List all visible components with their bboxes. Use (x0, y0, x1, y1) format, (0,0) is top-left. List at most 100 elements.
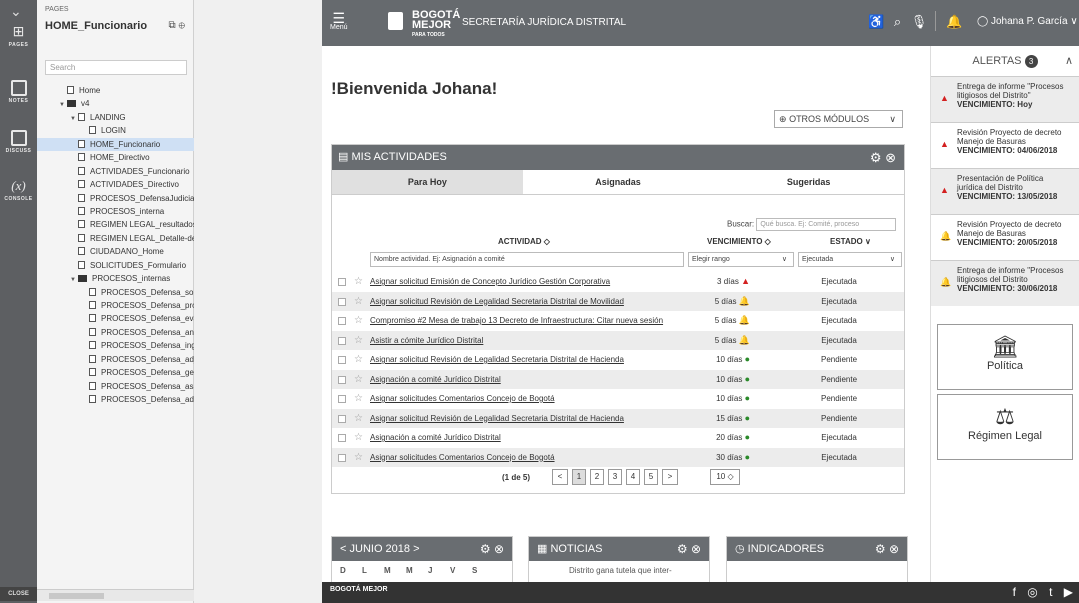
page-tree-item[interactable]: PROCESOS_DefensaJudicial (37, 192, 194, 205)
activity-link[interactable]: Asistir a cómite Jurídico Distrital (370, 331, 483, 351)
close-icon[interactable]: ⊗ (691, 542, 701, 556)
page-tree-item[interactable]: HOME_Funcionario (37, 137, 194, 152)
page-2-button[interactable]: 2 (590, 469, 604, 485)
table-row[interactable]: ☆ Asignar solicitud Revisión de Legalidad… (332, 291, 904, 312)
page-1-button[interactable]: 1 (572, 469, 586, 485)
estado-filter-select[interactable]: Ejecutada ∨ (798, 252, 902, 267)
page-tree-item[interactable]: ACTIVIDADES_Directivo (37, 178, 194, 191)
star-icon[interactable]: ☆ (354, 350, 363, 370)
row-checkbox[interactable] (338, 297, 346, 306)
star-icon[interactable]: ☆ (354, 389, 363, 409)
pages-search-input[interactable]: Search (45, 60, 187, 75)
col-actividad[interactable]: ACTIVIDAD ◇ (498, 237, 550, 246)
page-tree-item[interactable]: PROCESOS_Defensa_admin (37, 393, 194, 406)
page-tree-item[interactable]: PROCESOS_Defensa_solicit (37, 286, 194, 299)
activity-link[interactable]: Compromiso #2 Mesa de trabajo 13 Decreto… (370, 311, 663, 331)
prev-month-icon[interactable]: < (340, 543, 346, 555)
toggle-icon[interactable]: ▼ (70, 113, 78, 124)
gear-icon[interactable]: ⚙ (875, 542, 886, 556)
otros-modulos-select[interactable]: ⊕ OTROS MÓDULOS ∨ (774, 110, 903, 128)
table-row[interactable]: ☆ Asignar solicitudes Comentarios Concejo… (332, 447, 904, 468)
page-5-button[interactable]: 5 (644, 469, 658, 485)
page-tree-item[interactable]: PROCESOS_Defensa_ingres (37, 339, 194, 352)
table-row[interactable]: ☆ Asistir a cómite Jurídico Distrital 5 dí… (332, 330, 904, 351)
rail-discuss[interactable]: DISCUSS (0, 130, 37, 154)
table-row[interactable]: ☆ Asignar solicitud Revisión de Legalidad… (332, 408, 904, 429)
alert-item[interactable]: 🔔 Revisión Proyecto de decreto Manejo de B… (931, 214, 1079, 260)
star-icon[interactable]: ☆ (354, 409, 363, 429)
alert-item[interactable]: ▲ Revisión Proyecto de decreto Manejo de B… (931, 122, 1079, 168)
close-icon[interactable]: ⊗ (889, 542, 899, 556)
search-icon[interactable]: ⌕ (894, 14, 901, 29)
close-icon[interactable]: ⊗ (885, 150, 896, 165)
edit-icon[interactable]: ⧉ (169, 20, 176, 31)
close-icon[interactable]: ⊗ (494, 542, 504, 556)
star-icon[interactable]: ☆ (354, 370, 363, 390)
star-icon[interactable]: ☆ (354, 272, 363, 292)
microphone-icon[interactable]: 🎙 (911, 14, 928, 29)
activity-link[interactable]: Asignar solicitudes Comentarios Concejo … (370, 389, 555, 409)
table-row[interactable]: ☆ Asignación a comité Jurídico Distrital 1… (332, 369, 904, 390)
chevron-down-icon[interactable]: ⌄ (10, 3, 22, 20)
activity-link[interactable]: Asignar solicitud Emisión de Concepto Ju… (370, 272, 610, 292)
page-tree-item[interactable]: HOME_Directivo (37, 151, 194, 164)
star-icon[interactable]: ☆ (354, 428, 363, 448)
row-checkbox[interactable] (338, 434, 346, 442)
star-icon[interactable]: ☆ (354, 292, 363, 312)
close-button[interactable]: CLOSE (0, 587, 37, 601)
activity-link[interactable]: Asignación a comité Jurídico Distrital (370, 428, 501, 448)
table-row[interactable]: ☆ Asignar solicitud Revisión de Legalidad… (332, 350, 904, 370)
page-tree-item[interactable]: PROCESOS_Defensa_asigna (37, 380, 194, 393)
accessibility-icon[interactable]: ♿ (868, 14, 884, 29)
page-tree-item[interactable]: REGIMEN LEGAL_resultados (37, 218, 194, 231)
page-tree-item[interactable]: PROCESOS_Defensa_adjunt (37, 353, 194, 366)
rango-filter-select[interactable]: Elegir rango ∨ (688, 252, 794, 267)
tab-asignadas[interactable]: Asignadas (523, 170, 714, 194)
page-tree-item[interactable]: REGIMEN LEGAL_Detalle-decre (37, 232, 194, 245)
page-tree-item[interactable]: PROCESOS_Defensa_gestio (37, 366, 194, 379)
activity-link[interactable]: Asignar solicitud Revisión de Legalidad … (370, 350, 624, 370)
row-checkbox[interactable] (338, 395, 346, 403)
col-estado[interactable]: ESTADO ∨ (830, 237, 871, 246)
activity-link[interactable]: Asignar solicitud Revisión de Legalidad … (370, 409, 624, 429)
table-row[interactable]: ☆ Asignar solicitudes Comentarios Concejo… (332, 389, 904, 409)
page-tree-item[interactable]: PROCESOS_Defensa_evalu (37, 312, 194, 325)
row-checkbox[interactable] (338, 375, 346, 384)
alert-item[interactable]: 🔔 Entrega de informe "Procesos litigiosos … (931, 260, 1079, 306)
star-icon[interactable]: ☆ (354, 311, 363, 331)
chevron-up-icon[interactable]: ∧ (1065, 46, 1073, 76)
bell-icon[interactable]: 🔔 (946, 14, 962, 30)
toggle-icon[interactable]: ▼ (59, 99, 67, 110)
twitter-icon[interactable]: t (1049, 585, 1052, 599)
row-checkbox[interactable] (338, 414, 346, 423)
facebook-icon[interactable]: f (1013, 585, 1016, 599)
row-checkbox[interactable] (338, 336, 346, 345)
gear-icon[interactable]: ⚙ (870, 150, 882, 165)
page-4-button[interactable]: 4 (626, 469, 640, 485)
news-snippet[interactable]: Distrito gana tutela que inter- (529, 561, 709, 580)
table-row[interactable]: ☆ Asignación a comité Jurídico Distrital 2… (332, 428, 904, 448)
actividad-filter-input[interactable]: Nombre actividad. Ej: Asignación a comit… (370, 252, 684, 267)
page-tree-item[interactable]: ▼ LANDING (37, 111, 194, 124)
next-month-icon[interactable]: > (413, 543, 419, 555)
activity-search-input[interactable]: Qué busca. Ej: Comité, proceso (756, 218, 897, 231)
horizontal-scrollbar[interactable] (37, 589, 194, 601)
page-3-button[interactable]: 3 (608, 469, 622, 485)
alert-item[interactable]: ▲ Entrega de informe "Procesos litigiosos … (931, 76, 1079, 122)
activity-link[interactable]: Asignar solicitudes Comentarios Concejo … (370, 448, 555, 468)
star-icon[interactable]: ☆ (354, 448, 363, 468)
page-tree-item[interactable]: ▼ PROCESOS_internas (37, 272, 194, 285)
alert-item[interactable]: ▲ Presentación de Política jurídica del Di… (931, 168, 1079, 214)
rail-notes[interactable]: NOTES (0, 80, 37, 104)
next-page-button[interactable]: > (662, 469, 678, 485)
row-checkbox[interactable] (338, 278, 346, 286)
table-row[interactable]: ☆ Compromiso #2 Mesa de trabajo 13 Decret… (332, 311, 904, 331)
activity-link[interactable]: Asignar solicitud Revisión de Legalidad … (370, 292, 624, 312)
tab-sugeridas[interactable]: Sugeridas (713, 170, 904, 194)
page-tree-item[interactable]: PROCESOS_Defensa_anticip (37, 326, 194, 339)
instagram-icon[interactable]: ◎ (1027, 585, 1037, 599)
page-tree-item[interactable]: LOGIN (37, 124, 194, 137)
page-tree-item[interactable]: ▼ v4 (37, 97, 194, 110)
gear-icon[interactable]: ⚙ (480, 542, 491, 556)
page-tree-item[interactable]: SOLICITUDES_Formulario (37, 259, 194, 272)
